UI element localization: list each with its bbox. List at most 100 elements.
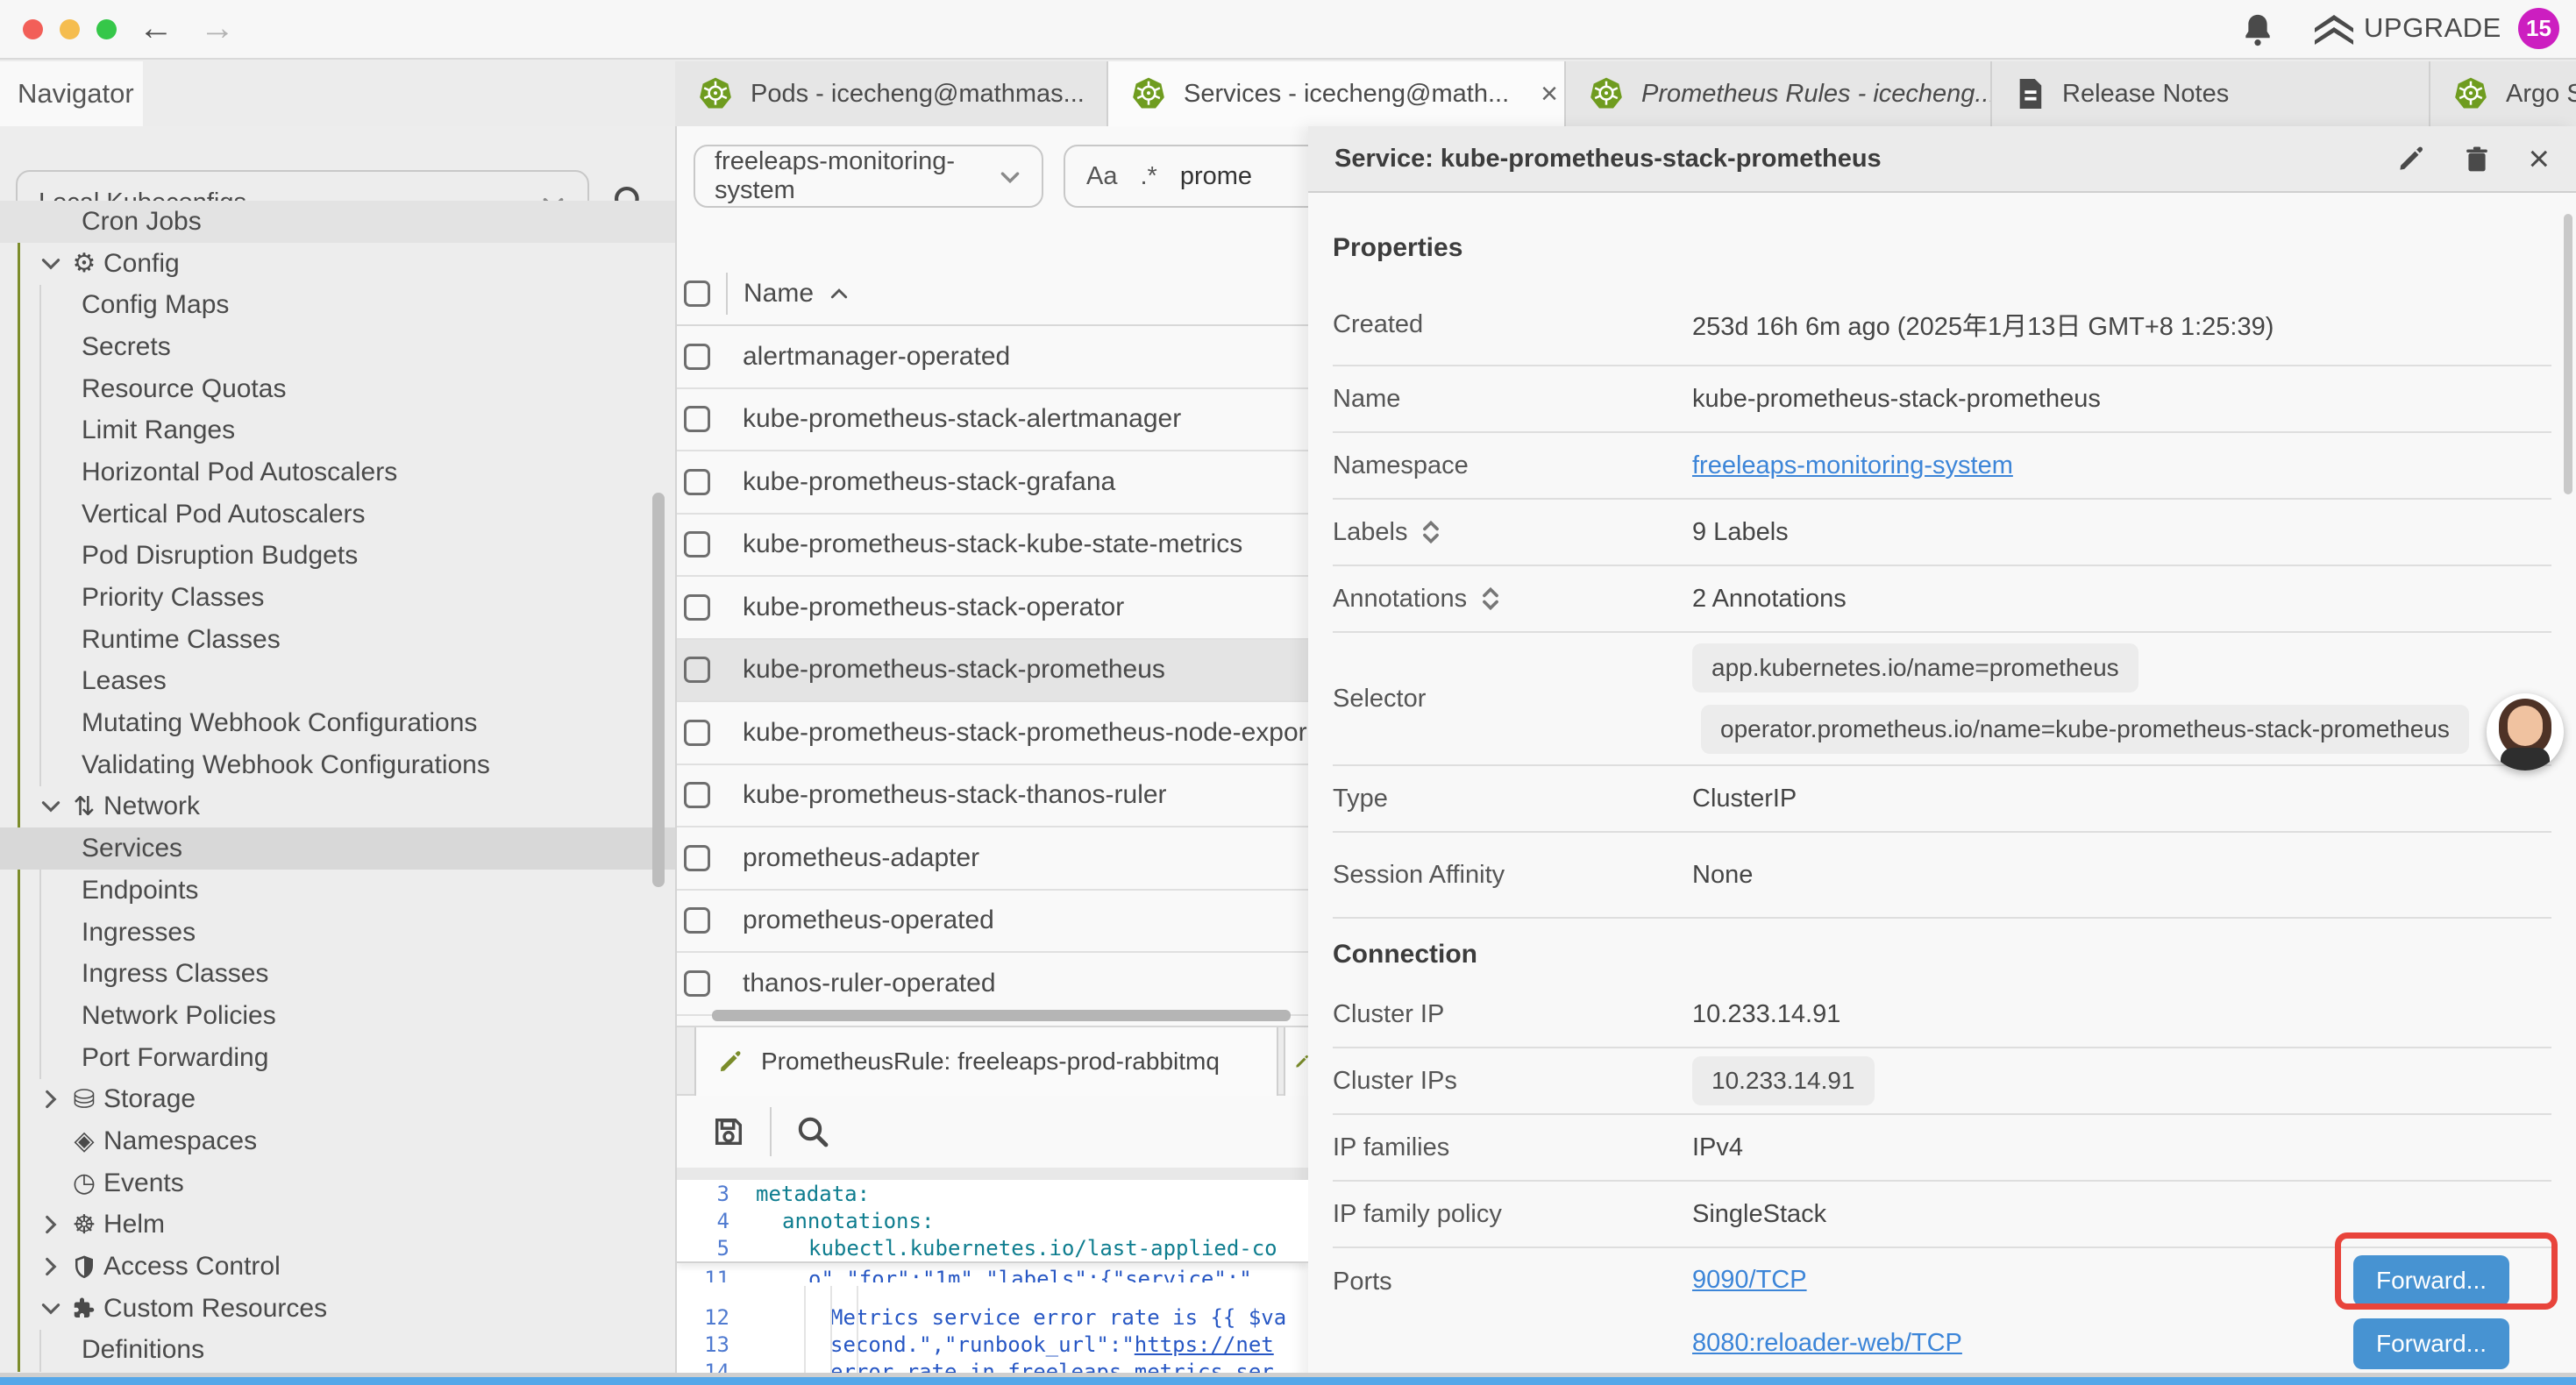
table-row[interactable]: kube-prometheus-stack-thanos-ruler [677, 765, 1308, 828]
upgrade-icon[interactable] [2311, 13, 2357, 48]
row-checkbox[interactable] [684, 720, 710, 746]
sidebar-item[interactable]: ⚙ ⇅ ⛁ ◈ ◷ ☸ Secrets [0, 326, 675, 368]
sidebar-item[interactable]: ⚙ ⇅ ⛁ ◈ ◷ ☸ Network Policies [0, 995, 675, 1037]
sidebar-item[interactable]: ⚙ ⇅ ⛁ ◈ ◷ ☸ Limit Ranges [0, 409, 675, 451]
sidebar-item[interactable]: ⚙ ⇅ ⛁ ◈ ◷ ☸ Priority Classes [0, 577, 675, 619]
sidebar-item[interactable]: ⚙ ⇅ ⛁ ◈ ◷ ☸ Validating Webhook Configura… [0, 744, 675, 786]
forward-icon[interactable]: → [200, 7, 235, 49]
row-checkbox[interactable] [684, 531, 710, 558]
labels-count[interactable]: 9 Labels [1692, 518, 1789, 547]
match-case-toggle[interactable]: Aa [1086, 162, 1117, 191]
sidebar-item[interactable]: ⚙ ⇅ ⛁ ◈ ◷ ☸ Namespaces [0, 1120, 675, 1162]
notification-count-badge[interactable]: 15 [2518, 8, 2559, 49]
delete-trash-icon[interactable] [2463, 143, 2491, 174]
sidebar-item[interactable]: ⚙ ⇅ ⛁ ◈ ◷ ☸ Helm [0, 1204, 675, 1246]
row-checkbox[interactable] [684, 657, 710, 683]
sort-toggle-icon[interactable] [1479, 585, 1502, 613]
sidebar-item[interactable]: ⚙ ⇅ ⛁ ◈ ◷ ☸ Custom Resources [0, 1288, 675, 1330]
chevron-down-icon[interactable] [37, 1258, 65, 1275]
close-tab-icon[interactable]: × [1526, 77, 1558, 111]
row-checkbox[interactable] [684, 406, 710, 432]
sidebar-item[interactable]: ⚙ ⇅ ⛁ ◈ ◷ ☸ Network [0, 786, 675, 828]
chevron-down-icon[interactable] [37, 1300, 65, 1318]
sidebar-item[interactable]: ⚙ ⇅ ⛁ ◈ ◷ ☸ Storage [0, 1078, 675, 1120]
search-input[interactable]: Aa .* prome [1064, 145, 1308, 208]
row-checkbox[interactable] [684, 970, 710, 997]
editor-search-icon[interactable] [796, 1115, 829, 1148]
table-row[interactable]: prometheus-adapter [677, 827, 1308, 891]
row-checkbox[interactable] [684, 469, 710, 495]
tab-label: Argo Se [2506, 80, 2576, 109]
tab-release-notes[interactable]: Release Notes [1992, 61, 2430, 126]
notifications-bell-icon[interactable] [2241, 12, 2274, 47]
save-icon[interactable] [712, 1115, 745, 1148]
table-row[interactable]: kube-prometheus-stack-alertmanager [677, 389, 1308, 452]
sidebar-item[interactable]: ⚙ ⇅ ⛁ ◈ ◷ ☸ Services [0, 827, 675, 870]
namespace-filter-dropdown[interactable]: freeleaps-monitoring-system [694, 145, 1043, 208]
horizontal-scrollbar[interactable] [712, 1010, 1291, 1021]
sidebar-item[interactable]: ⚙ ⇅ ⛁ ◈ ◷ ☸ Cron Jobs [0, 201, 675, 243]
sidebar-item[interactable]: ⚙ ⇅ ⛁ ◈ ◷ ☸ Port Forwarding [0, 1037, 675, 1079]
sidebar-item[interactable]: ⚙ ⇅ ⛁ ◈ ◷ ☸ Events [0, 1162, 675, 1204]
row-checkbox[interactable] [684, 594, 710, 621]
sidebar-item[interactable]: ⚙ ⇅ ⛁ ◈ ◷ ☸ Ingresses [0, 912, 675, 954]
sidebar-item[interactable]: ⚙ ⇅ ⛁ ◈ ◷ ☸ Access Control [0, 1246, 675, 1288]
sidebar-item[interactable]: ⚙ ⇅ ⛁ ◈ ◷ ☸ Definitions [0, 1330, 675, 1372]
table-row[interactable]: kube-prometheus-stack-kube-state-metrics [677, 515, 1308, 578]
upgrade-button[interactable]: UPGRADE [2364, 12, 2501, 44]
row-checkbox[interactable] [684, 907, 710, 934]
sidebar-item[interactable]: ⚙ ⇅ ⛁ ◈ ◷ ☸ Runtime Classes [0, 619, 675, 661]
row-checkbox[interactable] [684, 344, 710, 370]
edit-icon[interactable] [2396, 144, 2426, 174]
sidebar-item[interactable]: ⚙ ⇅ ⛁ ◈ ◷ ☸ Pod Disruption Budgets [0, 536, 675, 578]
chevron-down-icon[interactable] [37, 1216, 65, 1233]
column-header-name[interactable]: Name [744, 279, 850, 309]
minimize-window-button[interactable] [60, 19, 80, 39]
back-icon[interactable]: ← [139, 7, 174, 49]
yaml-editor[interactable]: 3metadata: 4annotations: 5kubectl.kubern… [677, 1180, 1308, 1385]
chevron-down-icon[interactable] [37, 1090, 65, 1108]
editor-tab-prometheusrule[interactable]: PrometheusRule: freeleaps-prod-rabbitmq [694, 1027, 1278, 1096]
row-checkbox[interactable] [684, 845, 710, 871]
namespace-link[interactable]: freeleaps-monitoring-system [1692, 451, 2013, 479]
detail-scrollbar[interactable] [2564, 214, 2572, 494]
sidebar-item[interactable]: ⚙ ⇅ ⛁ ◈ ◷ ☸ Endpoints [0, 870, 675, 912]
table-row[interactable]: prometheus-operated [677, 891, 1308, 954]
port-link[interactable]: 8080:reloader-web/TCP [1692, 1329, 1962, 1358]
editor-tab-partial[interactable] [1284, 1027, 1308, 1096]
sidebar-item[interactable]: ⚙ ⇅ ⛁ ◈ ◷ ☸ Horizontal Pod Autoscalers [0, 451, 675, 494]
sort-toggle-icon[interactable] [1420, 518, 1442, 546]
sidebar-scrollbar[interactable] [652, 493, 665, 887]
avatar[interactable] [2487, 693, 2564, 771]
chevron-down-icon[interactable] [37, 255, 65, 273]
forward-button[interactable]: Forward... [2353, 1318, 2509, 1369]
close-window-button[interactable] [23, 19, 43, 39]
tab-prometheus-rules[interactable]: Prometheus Rules - icecheng... [1566, 61, 1992, 126]
row-checkbox[interactable] [684, 782, 710, 808]
navigator-panel-tab[interactable]: Navigator [0, 61, 143, 126]
annotations-count[interactable]: 2 Annotations [1692, 585, 1847, 614]
select-all-checkbox[interactable] [684, 281, 710, 307]
sidebar-item[interactable]: ⚙ ⇅ ⛁ ◈ ◷ ☸ Resource Quotas [0, 368, 675, 410]
table-row[interactable]: thanos-ruler-operated [677, 953, 1308, 1016]
sidebar-item[interactable]: ⚙ ⇅ ⛁ ◈ ◷ ☸ Ingress Classes [0, 953, 675, 995]
sidebar-item[interactable]: ⚙ ⇅ ⛁ ◈ ◷ ☸ Config [0, 243, 675, 285]
table-row[interactable]: kube-prometheus-stack-grafana [677, 451, 1308, 515]
code-link[interactable]: https://net [1135, 1332, 1274, 1357]
tab-pods[interactable]: Pods - icecheng@mathmas... [675, 61, 1108, 126]
zoom-window-button[interactable] [96, 19, 117, 39]
table-row[interactable]: alertmanager-operated [677, 326, 1308, 389]
sidebar-item[interactable]: ⚙ ⇅ ⛁ ◈ ◷ ☸ Leases [0, 661, 675, 703]
close-panel-icon[interactable]: × [2528, 138, 2550, 180]
tab-argo[interactable]: Argo Se [2430, 61, 2576, 126]
sidebar-item[interactable]: ⚙ ⇅ ⛁ ◈ ◷ ☸ Mutating Webhook Configurati… [0, 702, 675, 744]
chevron-down-icon[interactable] [37, 798, 65, 815]
sidebar-item[interactable]: ⚙ ⇅ ⛁ ◈ ◷ ☸ Config Maps [0, 284, 675, 326]
table-row[interactable]: kube-prometheus-stack-prometheus-node-ex… [677, 702, 1308, 765]
tab-services[interactable]: Services - icecheng@math... × [1108, 61, 1566, 126]
sidebar-item[interactable]: ⚙ ⇅ ⛁ ◈ ◷ ☸ Vertical Pod Autoscalers [0, 494, 675, 536]
regex-toggle[interactable]: .* [1140, 162, 1156, 191]
table-row[interactable]: kube-prometheus-stack-prometheus [677, 640, 1308, 703]
table-row[interactable]: kube-prometheus-stack-operator [677, 577, 1308, 640]
port-link[interactable]: 9090/TCP [1692, 1266, 1807, 1295]
